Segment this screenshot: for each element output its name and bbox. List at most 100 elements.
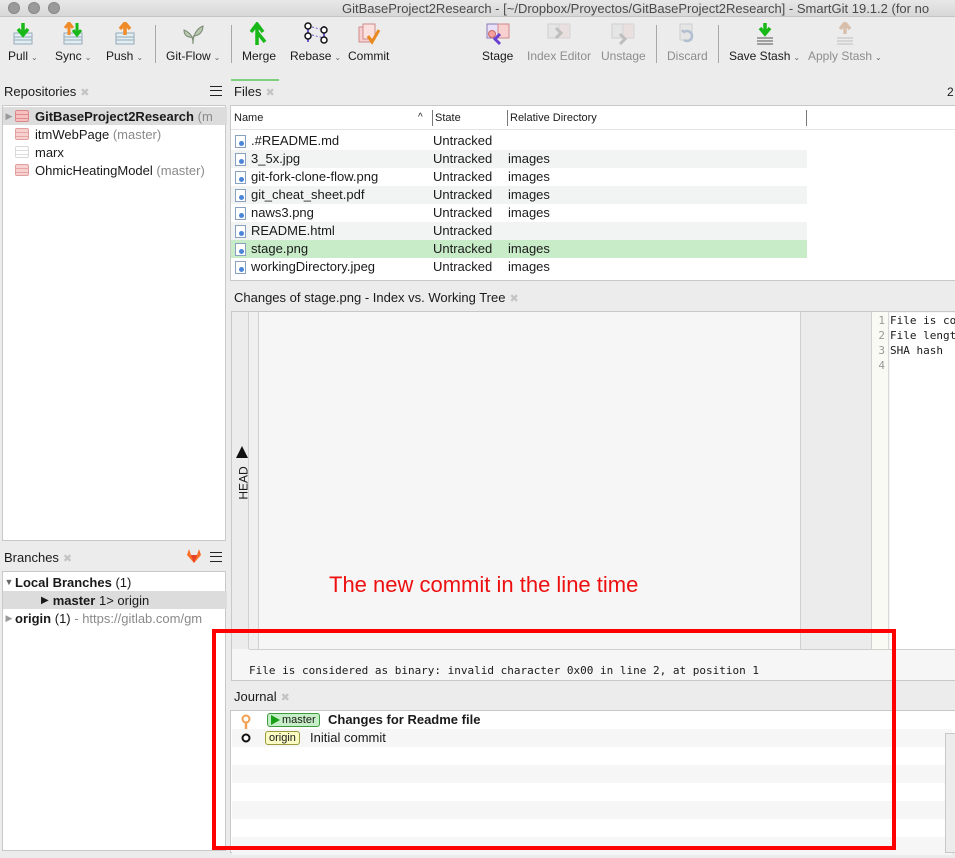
close-panel-icon[interactable]: ✖ [265,87,274,99]
repository-item[interactable]: marx [3,143,227,161]
toolbar-separator [656,25,657,63]
chevron-down-icon: ⌄ [334,53,342,62]
expand-arrow-icon[interactable]: ▶ [3,111,15,122]
head-arrow-icon [236,446,248,458]
repositories-menu-icon[interactable] [210,86,222,96]
journal-empty-row [232,819,952,837]
repository-icon [15,164,29,176]
binary-file-message: File is considered as binary: invalid ch… [249,664,759,677]
gitlab-icon[interactable] [186,549,202,566]
discard-icon [674,21,700,47]
file-row[interactable]: naws3.png Untracked images [231,204,807,222]
minimize-window-button[interactable] [28,2,40,14]
journal-panel-title: Journal ✖ [234,689,290,704]
close-panel-icon[interactable]: ✖ [63,553,72,565]
pull-button[interactable]: Pull ⌄ [8,21,38,71]
column-divider[interactable] [507,110,508,126]
chevron-down-icon: ⌄ [84,53,92,62]
unstage-icon [610,21,636,47]
column-header-name[interactable]: Name [234,112,263,124]
sync-button[interactable]: Sync ⌄ [55,21,91,71]
remote-origin-node[interactable]: ▶ origin (1) - https://gitlab.com/gm [3,609,227,627]
file-row-selected[interactable]: stage.png Untracked images [231,240,807,258]
close-panel-icon[interactable]: ✖ [281,692,290,704]
file-icon [235,225,246,238]
diff-right-content: File is co File lengt SHA hash [890,313,955,649]
file-row[interactable]: git-fork-clone-flow.png Untracked images [231,168,807,186]
active-tab-indicator [231,79,279,81]
journal-commit-row[interactable]: master Changes for Readme file [232,711,952,738]
chevron-down-icon: ⌄ [793,53,801,62]
rebase-button[interactable]: Rebase ⌄ [290,21,341,71]
column-header-state[interactable]: State [435,112,461,124]
folder-icon [15,146,29,158]
stage-icon [485,21,511,47]
file-row[interactable]: README.html Untracked [231,222,807,240]
diff-viewer: HEAD 1 2 3 4 File is co File lengt SHA h… [231,311,955,681]
head-label: HEAD [236,466,251,500]
files-table: Name ^ State Relative Directory .#README… [230,105,955,281]
files-table-header: Name ^ State Relative Directory [231,106,955,130]
branches-menu-icon[interactable] [210,552,222,562]
repository-icon [15,110,29,122]
journal-empty-row [232,765,952,783]
journal-empty-row [232,837,952,855]
repositories-list: ▶ GitBaseProject2Research (m itmWebPage … [2,105,227,541]
repository-item[interactable]: OhmicHeatingModel (master) [3,161,227,179]
close-panel-icon[interactable]: ✖ [80,87,89,99]
head-marker: HEAD [235,446,251,506]
journal-empty-row [232,747,952,765]
branch-item-master[interactable]: ▶ master 1> origin [3,591,227,609]
apply-stash-icon [832,21,858,47]
file-row[interactable]: 3_5x.jpg Untracked images [231,150,807,168]
repository-item[interactable]: itmWebPage (master) [3,125,227,143]
branch-badge-origin[interactable]: origin [265,731,300,745]
file-icon [235,207,246,220]
window-title: GitBaseProject2Research - [~/Dropbox/Pro… [342,1,930,16]
column-divider[interactable] [432,110,433,126]
changes-panel-title: Changes of stage.png - Index vs. Working… [234,290,519,305]
index-editor-icon [546,21,572,47]
unstage-button[interactable]: Unstage [601,21,646,71]
column-divider[interactable] [806,110,807,126]
chevron-down-icon: ⌄ [213,53,221,62]
file-row[interactable]: git_cheat_sheet.pdf Untracked images [231,186,807,204]
journal-commit-row[interactable]: origin Initial commit [232,729,952,747]
git-flow-button[interactable]: Git-Flow ⌄ [166,21,220,71]
journal-scrollbar[interactable] [945,733,955,853]
expand-arrow-icon[interactable]: ▶ [3,613,15,624]
column-header-relative-directory[interactable]: Relative Directory [510,112,597,124]
repository-icon [15,128,29,140]
branches-tree: ▼ Local Branches (1) ▶ master 1> origin … [2,571,227,851]
merge-button[interactable]: Merge [242,21,276,71]
git-flow-leaf-icon [180,21,206,47]
stage-button[interactable]: Stage [482,21,513,71]
file-icon [235,189,246,202]
file-icon [235,153,246,166]
commit-icon [356,21,382,47]
push-button[interactable]: Push ⌄ [106,21,143,71]
pull-icon [10,21,36,47]
index-editor-button[interactable]: Index Editor [527,21,591,71]
file-icon [235,261,246,274]
zoom-window-button[interactable] [48,2,60,14]
commit-button[interactable]: Commit [348,21,389,71]
divider [249,649,955,650]
file-row[interactable]: workingDirectory.jpeg Untracked images [231,258,807,276]
journal-empty-row [232,801,952,819]
save-stash-button[interactable]: Save Stash ⌄ [729,21,800,71]
apply-stash-button[interactable]: Apply Stash ⌄ [808,21,882,71]
title-bar: GitBaseProject2Research - [~/Dropbox/Pro… [0,0,955,17]
repository-item[interactable]: ▶ GitBaseProject2Research (m [3,107,227,125]
expanded-arrow-icon[interactable]: ▼ [3,577,15,587]
local-branches-node[interactable]: ▼ Local Branches (1) [3,573,227,591]
discard-button[interactable]: Discard [667,21,708,71]
close-window-button[interactable] [8,2,20,14]
close-panel-icon[interactable]: ✖ [509,293,518,305]
current-branch-icon: ▶ [41,594,49,606]
main-toolbar: Pull ⌄ Sync ⌄ Push ⌄ Git-Flow ⌄ Merge Rebase… [0,17,955,81]
branch-badge-master[interactable]: master [267,713,320,727]
file-row[interactable]: .#README.md Untracked [231,132,807,150]
file-icon [235,135,246,148]
save-stash-icon [752,21,778,47]
